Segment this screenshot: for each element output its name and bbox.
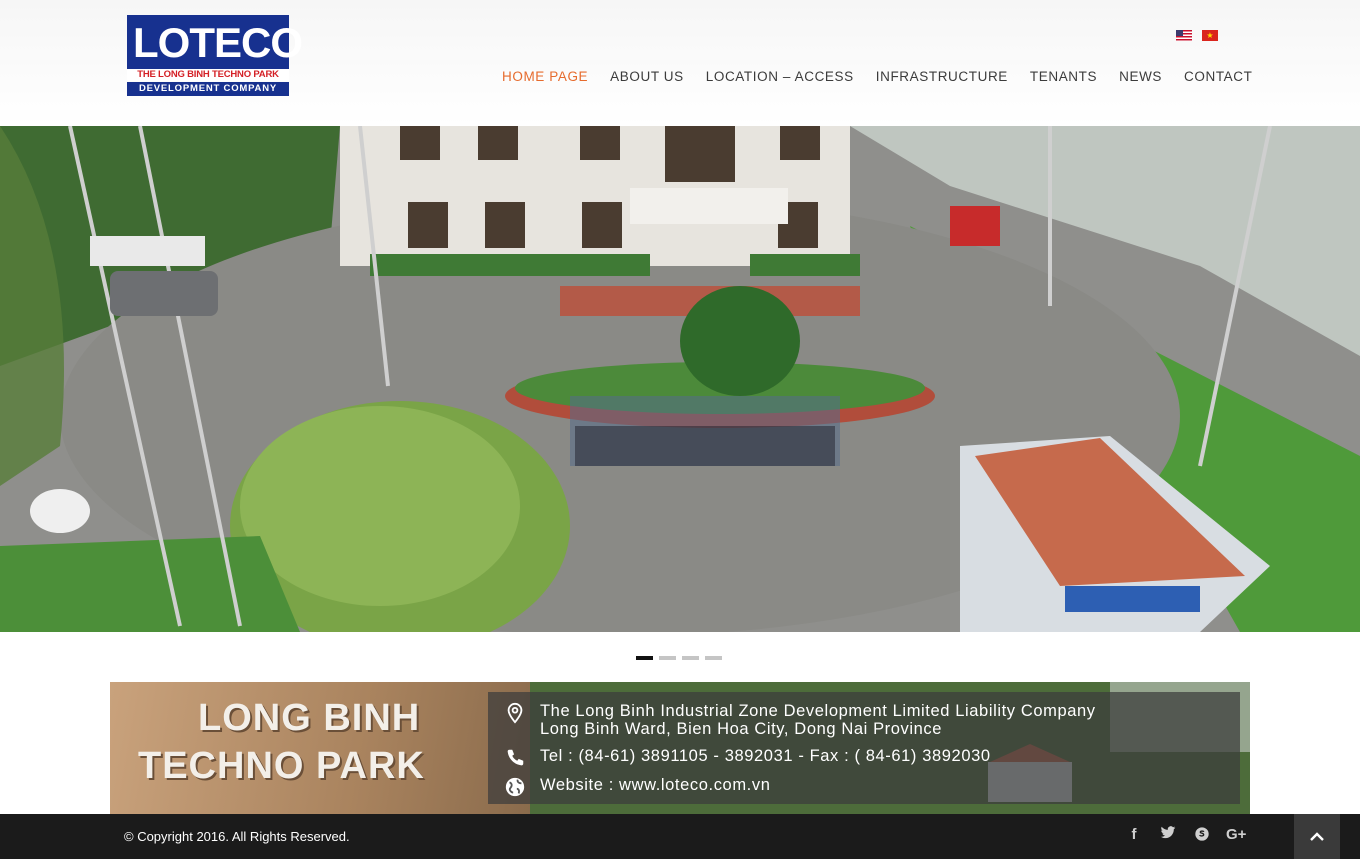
nav-news[interactable]: NEWS [1119, 69, 1162, 84]
hero-slider-image[interactable] [0, 126, 1360, 632]
slider-pagination [636, 656, 722, 660]
facebook-icon[interactable]: f [1124, 826, 1144, 846]
language-switcher: ★ [1176, 30, 1218, 41]
globe-icon [505, 777, 525, 797]
chevron-up-icon [1310, 832, 1324, 841]
vietnam-flag-icon[interactable]: ★ [1202, 30, 1218, 41]
website-row: Website : www.loteco.com.vn [504, 776, 770, 798]
contact-banner: LONG BINH TECHNO PARK The Long Binh Indu… [110, 682, 1250, 814]
slider-dot-4[interactable] [705, 656, 722, 660]
nav-infrastructure[interactable]: INFRASTRUCTURE [876, 69, 1008, 84]
nav-about[interactable]: ABOUT US [610, 69, 684, 84]
loteco-logo[interactable]: LOTECO THE LONG BINH TECHNO PARK DEVELOP… [127, 15, 303, 96]
sign-text: LONG BINH TECHNO PARK [138, 697, 425, 787]
logo-wordmark: LOTECO [133, 19, 303, 66]
slider-dot-1[interactable] [636, 656, 653, 660]
nav-location[interactable]: LOCATION – ACCESS [706, 69, 854, 84]
slider-dot-2[interactable] [659, 656, 676, 660]
us-flag-icon[interactable] [1176, 30, 1192, 41]
copyright-text: © Copyright 2016. All Rights Reserved. [124, 829, 350, 844]
nav-home[interactable]: HOME PAGE [502, 69, 588, 84]
back-to-top-button[interactable] [1294, 814, 1340, 859]
main-nav: HOME PAGE ABOUT US LOCATION – ACCESS INF… [502, 69, 1252, 84]
logo-tagline: THE LONG BINH TECHNO PARK [127, 69, 289, 81]
website-link[interactable]: Website : www.loteco.com.vn [540, 776, 770, 794]
site-header: LOTECO THE LONG BINH TECHNO PARK DEVELOP… [0, 0, 1360, 126]
map-pin-icon [507, 702, 523, 724]
google-plus-icon[interactable]: G+ [1226, 826, 1246, 846]
slider-dot-3[interactable] [682, 656, 699, 660]
phone-text: Tel : (84-61) 3891105 - 3892031 - Fax : … [540, 747, 991, 765]
skype-icon[interactable] [1192, 826, 1212, 846]
nav-tenants[interactable]: TENANTS [1030, 69, 1097, 84]
logo-mark: LOTECO [127, 15, 303, 69]
site-footer: © Copyright 2016. All Rights Reserved. f… [0, 814, 1360, 859]
phone-row: Tel : (84-61) 3891105 - 3892031 - Fax : … [504, 747, 991, 769]
contact-info-box: The Long Binh Industrial Zone Developmen… [488, 692, 1240, 804]
nav-contact[interactable]: CONTACT [1184, 69, 1252, 84]
social-links: f G+ [1124, 826, 1247, 846]
hero-photo [0, 126, 1360, 632]
phone-icon [507, 749, 524, 766]
address-row: The Long Binh Industrial Zone Developmen… [504, 702, 1096, 738]
address-text: The Long Binh Industrial Zone Developmen… [540, 702, 1096, 738]
techno-park-sign: LONG BINH TECHNO PARK [110, 682, 530, 814]
logo-subtitle: DEVELOPMENT COMPANY [127, 82, 289, 96]
twitter-icon[interactable] [1158, 826, 1178, 846]
